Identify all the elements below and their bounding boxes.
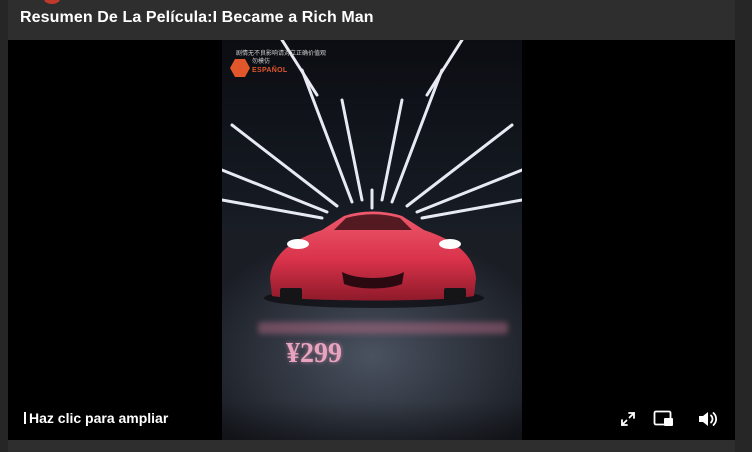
- cursor-bar-icon: [24, 412, 26, 424]
- video-player[interactable]: 剧情无不良影响请对立正确价值观 勿模仿 ESPAÑOL ¥299 Haz cli…: [8, 40, 735, 440]
- channel-avatar-icon[interactable]: [44, 0, 60, 4]
- volume-icon: [699, 412, 718, 426]
- post-footer: [8, 440, 735, 452]
- car-scene: [222, 40, 522, 440]
- price-caption: ¥299: [286, 338, 342, 369]
- channel-logo: ESPAÑOL: [228, 56, 302, 82]
- video-frame[interactable]: 剧情无不良影响请对立正确价值观 勿模仿 ESPAÑOL ¥299: [222, 40, 522, 440]
- volume-button[interactable]: [694, 406, 722, 432]
- fullscreen-button[interactable]: [614, 406, 642, 432]
- video-title: Resumen De La Película:I Became a Rich M…: [20, 9, 374, 26]
- fullscreen-icon: [621, 412, 635, 426]
- post-header: Resumen De La Película:I Became a Rich M…: [8, 0, 735, 40]
- logo-hex-icon: [230, 59, 250, 77]
- enlarge-hint[interactable]: Haz clic para ampliar: [24, 410, 168, 426]
- pip-button[interactable]: [650, 406, 678, 432]
- blurred-caption: [258, 322, 508, 334]
- picture-in-picture-icon: [653, 410, 673, 426]
